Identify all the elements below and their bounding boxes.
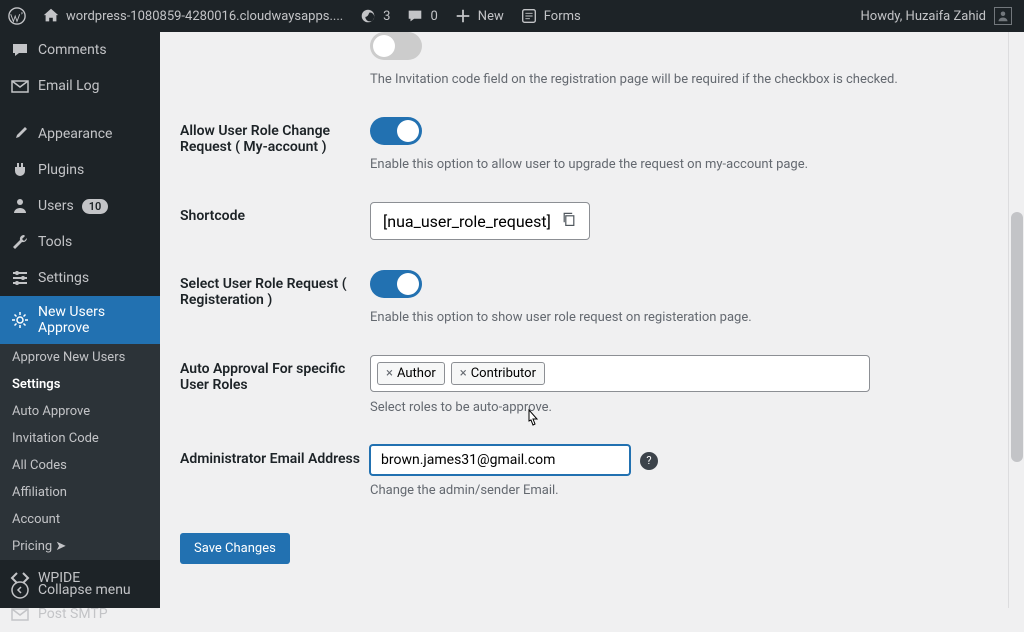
plus-icon [454, 7, 472, 25]
role-change-toggle[interactable] [370, 117, 422, 145]
shortcode-text: [nua_user_role_request] [383, 212, 551, 231]
submenu-settings[interactable]: Settings [0, 371, 160, 398]
mail-icon [10, 76, 30, 96]
menu-label: Appearance [38, 126, 112, 142]
menu-label: Email Log [38, 78, 100, 94]
menu-label: Comments [38, 42, 107, 58]
avatar [994, 7, 1012, 25]
menu-comments[interactable]: Comments [0, 32, 160, 68]
menu-settings[interactable]: Settings [0, 260, 160, 296]
field-description: Enable this option to allow user to upgr… [370, 157, 1004, 172]
submenu-approve-new-users[interactable]: Approve New Users [0, 344, 160, 371]
menu-label: Post SMTP [38, 606, 108, 622]
wrench-icon [10, 232, 30, 252]
field-label: Allow User Role Change Request ( My-acco… [180, 117, 370, 172]
comment-icon [406, 7, 424, 25]
menu-label: Collapse menu [38, 582, 131, 598]
menu-label: Settings [38, 270, 89, 286]
field-description: Change the admin/sender Email. [370, 483, 1004, 498]
role-tag: × Author [377, 362, 445, 385]
submenu-account[interactable]: Account [0, 506, 160, 533]
field-description: The Invitation code field on the registr… [370, 72, 1004, 87]
field-label: Shortcode [180, 202, 370, 240]
submenu-invitation-code[interactable]: Invitation Code [0, 425, 160, 452]
collapse-icon [10, 580, 30, 600]
comments-count: 0 [430, 9, 437, 24]
copy-icon [561, 211, 577, 227]
scrollbar[interactable] [1008, 32, 1024, 608]
field-label: Select User Role Request ( Registeration… [180, 270, 370, 325]
field-label: Administrator Email Address [180, 445, 370, 498]
menu-label: Users [38, 198, 74, 214]
invitation-required-toggle[interactable] [370, 32, 422, 60]
account-link[interactable]: Howdy, Huzaifa Zahid [861, 7, 1024, 25]
role-request-registration-toggle[interactable] [370, 270, 422, 298]
scrollbar-thumb[interactable] [1011, 212, 1023, 462]
user-icon [10, 196, 30, 216]
submenu-all-codes[interactable]: All Codes [0, 452, 160, 479]
person-icon [997, 10, 1009, 22]
sliders-icon [10, 268, 30, 288]
users-badge: 10 [82, 199, 109, 214]
updates-link[interactable]: 3 [351, 0, 398, 32]
menu-label: New Users Approve [38, 304, 150, 336]
forms-label: Forms [544, 9, 581, 24]
save-button[interactable]: Save Changes [180, 533, 290, 564]
admin-email-input[interactable] [370, 445, 630, 475]
menu-appearance[interactable]: Appearance [0, 116, 160, 152]
menu-label: Tools [38, 234, 72, 250]
admin-sidebar: Comments Email Log Appearance Plugins Us… [0, 32, 160, 608]
admin-toolbar: wordpress-1080859-4280016.cloudwaysapps.… [0, 0, 1024, 32]
submenu: Approve New Users Settings Auto Approve … [0, 344, 160, 560]
main-content: The Invitation code field on the registr… [160, 32, 1024, 608]
menu-label: Plugins [38, 162, 84, 178]
tag-remove[interactable]: × [460, 366, 467, 381]
comment-icon [10, 40, 30, 60]
new-link[interactable]: New [446, 0, 512, 32]
submenu-affiliation[interactable]: Affiliation [0, 479, 160, 506]
brush-icon [10, 124, 30, 144]
submenu-auto-approve[interactable]: Auto Approve [0, 398, 160, 425]
wp-logo[interactable] [0, 0, 34, 32]
menu-plugins[interactable]: Plugins [0, 152, 160, 188]
help-icon[interactable]: ? [640, 452, 658, 470]
menu-tools[interactable]: Tools [0, 224, 160, 260]
menu-users[interactable]: Users 10 [0, 188, 160, 224]
shortcode-display: [nua_user_role_request] [370, 202, 590, 240]
home-icon [42, 7, 60, 25]
plugin-icon [10, 160, 30, 180]
forms-link[interactable]: Forms [512, 0, 589, 32]
site-link[interactable]: wordpress-1080859-4280016.cloudwaysapps.… [34, 0, 351, 32]
refresh-icon [359, 7, 377, 25]
wordpress-icon [8, 7, 26, 25]
submenu-pricing[interactable]: Pricing ➤ [0, 533, 160, 560]
forms-icon [520, 7, 538, 25]
updates-count: 3 [383, 9, 390, 24]
tag-label: Author [397, 366, 436, 381]
auto-approval-roles-input[interactable]: × Author × Contributor [370, 355, 870, 392]
field-label: Auto Approval For specific User Roles [180, 355, 370, 415]
tag-remove[interactable]: × [386, 366, 393, 381]
copy-button[interactable] [561, 211, 577, 231]
collapse-menu[interactable]: Collapse menu [0, 572, 160, 608]
gear-icon [10, 310, 30, 330]
new-label: New [478, 9, 504, 24]
tag-label: Contributor [471, 366, 536, 381]
menu-new-users-approve[interactable]: New Users Approve [0, 296, 160, 344]
role-tag: × Contributor [451, 362, 545, 385]
menu-email-log[interactable]: Email Log [0, 68, 160, 104]
field-description: Enable this option to show user role req… [370, 310, 1004, 325]
footer: Thank you for creating with WordPress. V… [180, 594, 1004, 608]
comments-link[interactable]: 0 [398, 0, 445, 32]
site-name: wordpress-1080859-4280016.cloudwaysapps.… [66, 9, 343, 24]
howdy-text: Howdy, Huzaifa Zahid [861, 9, 987, 24]
field-description: Select roles to be auto-approve. [370, 400, 1004, 415]
